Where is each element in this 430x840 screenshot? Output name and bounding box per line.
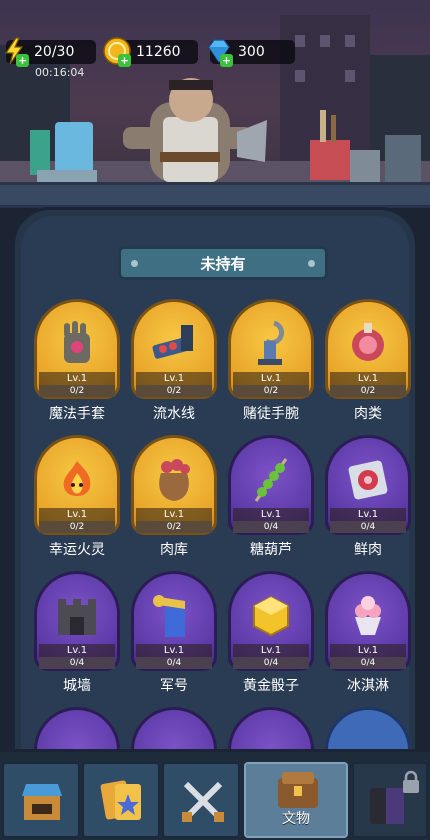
card-name: 城墙 xyxy=(63,678,91,694)
cards-icon xyxy=(100,780,141,820)
card-name: 冰淇淋 xyxy=(347,678,389,694)
card-name: 赌徒手腕 xyxy=(243,406,299,422)
fire-spirit-icon xyxy=(63,461,91,496)
crates-prop xyxy=(310,110,421,183)
meat-icon xyxy=(352,323,384,361)
lock-icon xyxy=(403,770,419,793)
bottom-nav: 文物 xyxy=(0,752,430,840)
card-progress: 0/4 xyxy=(233,657,309,669)
divider-strip xyxy=(0,182,430,208)
nav-cards-tab[interactable] xyxy=(82,762,160,838)
nav-locked-tab[interactable] xyxy=(352,762,428,838)
card-level: Lv.1 xyxy=(136,644,212,657)
card-level: Lv.1 xyxy=(233,372,309,385)
banner-rivet xyxy=(308,260,315,267)
shop-icon xyxy=(22,784,62,820)
relic-card-partial[interactable] xyxy=(131,707,217,749)
conveyor-icon xyxy=(152,325,193,359)
card-name: 黄金骰子 xyxy=(243,678,299,694)
card-frame xyxy=(131,707,217,749)
card-level: Lv.1 xyxy=(330,644,406,657)
card-level: Lv.1 xyxy=(330,508,406,521)
card-frame xyxy=(228,707,314,749)
add-gems-button[interactable]: + xyxy=(220,54,233,67)
relic-card[interactable]: Lv.1 0/2 魔法手套 xyxy=(34,299,120,422)
card-progress: 0/2 xyxy=(233,385,309,397)
relic-card[interactable]: Lv.1 0/2 流水线 xyxy=(131,299,217,422)
card-progress: 0/2 xyxy=(39,521,115,533)
card-name: 幸运火灵 xyxy=(49,542,105,558)
butcher-character xyxy=(123,78,267,182)
add-energy-button[interactable]: + xyxy=(16,54,29,67)
card-name: 流水线 xyxy=(153,406,195,422)
glove-icon xyxy=(64,321,90,363)
crossed-swords-icon xyxy=(182,781,224,822)
bugle-icon xyxy=(153,595,185,637)
card-progress: 0/2 xyxy=(330,385,406,397)
card-level: Lv.1 xyxy=(233,644,309,657)
banner-rivet xyxy=(131,260,138,267)
collection-panel: 未持有 Lv.1 0/2 魔法手套 Lv.1 0/2 流水线 Lv.1 0/2 … xyxy=(12,207,418,752)
card-name: 魔法手套 xyxy=(49,406,105,422)
card-progress: 0/2 xyxy=(136,385,212,397)
top-scene: + 20/30 00:16:04 + 11260 + 300 xyxy=(0,0,430,195)
candied-skewer-icon xyxy=(254,458,288,502)
nav-shop-tab[interactable] xyxy=(2,762,80,838)
card-progress: 0/4 xyxy=(330,657,406,669)
gem-counter[interactable]: + 300 xyxy=(208,39,295,67)
relic-card[interactable]: Lv.1 0/2 幸运火灵 xyxy=(34,435,120,558)
filter-banner[interactable]: 未持有 xyxy=(118,246,328,280)
card-name: 肉类 xyxy=(354,406,382,422)
wall-icon xyxy=(58,599,96,635)
card-progress: 0/2 xyxy=(136,521,212,533)
card-name: 糖葫芦 xyxy=(250,542,292,558)
energy-timer: 00:16:04 xyxy=(35,66,85,79)
card-level: Lv.1 xyxy=(136,508,212,521)
filter-banner-label: 未持有 xyxy=(200,254,246,273)
card-level: Lv.1 xyxy=(39,508,115,521)
hook-icon xyxy=(258,320,285,365)
card-name: 鲜肉 xyxy=(354,542,382,558)
card-level: Lv.1 xyxy=(233,508,309,521)
golden-dice-icon xyxy=(253,595,289,637)
card-progress: 0/4 xyxy=(136,657,212,669)
energy-counter[interactable]: + 20/30 xyxy=(4,37,96,67)
meat-sack-icon xyxy=(159,459,190,501)
card-progress: 0/2 xyxy=(39,385,115,397)
relic-card[interactable]: Lv.1 0/4 糖葫芦 xyxy=(228,435,314,558)
add-gold-button[interactable]: + xyxy=(118,54,131,67)
card-progress: 0/4 xyxy=(233,521,309,533)
relic-card[interactable]: Lv.1 0/4 冰淇淋 xyxy=(325,571,411,694)
relic-card[interactable]: Lv.1 0/2 肉类 xyxy=(325,299,411,422)
trash-cans-prop xyxy=(30,122,97,184)
collection-panel-inner: 未持有 Lv.1 0/2 魔法手套 Lv.1 0/2 流水线 Lv.1 0/2 … xyxy=(21,216,411,749)
card-level: Lv.1 xyxy=(39,644,115,657)
relic-card[interactable]: Lv.1 0/2 肉库 xyxy=(131,435,217,558)
card-progress: 0/4 xyxy=(39,657,115,669)
relic-card[interactable]: Lv.1 0/4 黄金骰子 xyxy=(228,571,314,694)
card-progress: 0/4 xyxy=(330,521,406,533)
relic-card-partial[interactable] xyxy=(34,707,120,749)
card-level: Lv.1 xyxy=(136,372,212,385)
card-name: 肉库 xyxy=(160,542,188,558)
card-level: Lv.1 xyxy=(330,372,406,385)
card-frame xyxy=(34,707,120,749)
card-name: 军号 xyxy=(160,678,188,694)
relic-card[interactable]: Lv.1 0/4 鲜肉 xyxy=(325,435,411,558)
fresh-meat-icon xyxy=(348,460,388,500)
relic-card-partial[interactable] xyxy=(228,707,314,749)
relic-card[interactable]: Lv.1 0/4 军号 xyxy=(131,571,217,694)
gold-counter[interactable]: + 11260 xyxy=(103,37,198,67)
card-frame xyxy=(325,707,411,749)
ice-cream-icon xyxy=(355,596,381,635)
nav-battle-tab[interactable] xyxy=(162,762,240,838)
relic-card[interactable]: Lv.1 0/4 城墙 xyxy=(34,571,120,694)
nav-relics-label: 文物 xyxy=(282,811,310,827)
relic-card-partial[interactable] xyxy=(325,707,411,749)
card-level: Lv.1 xyxy=(39,372,115,385)
relic-card[interactable]: Lv.1 0/2 赌徒手腕 xyxy=(228,299,314,422)
nav-relics-tab[interactable]: 文物 xyxy=(244,762,348,838)
